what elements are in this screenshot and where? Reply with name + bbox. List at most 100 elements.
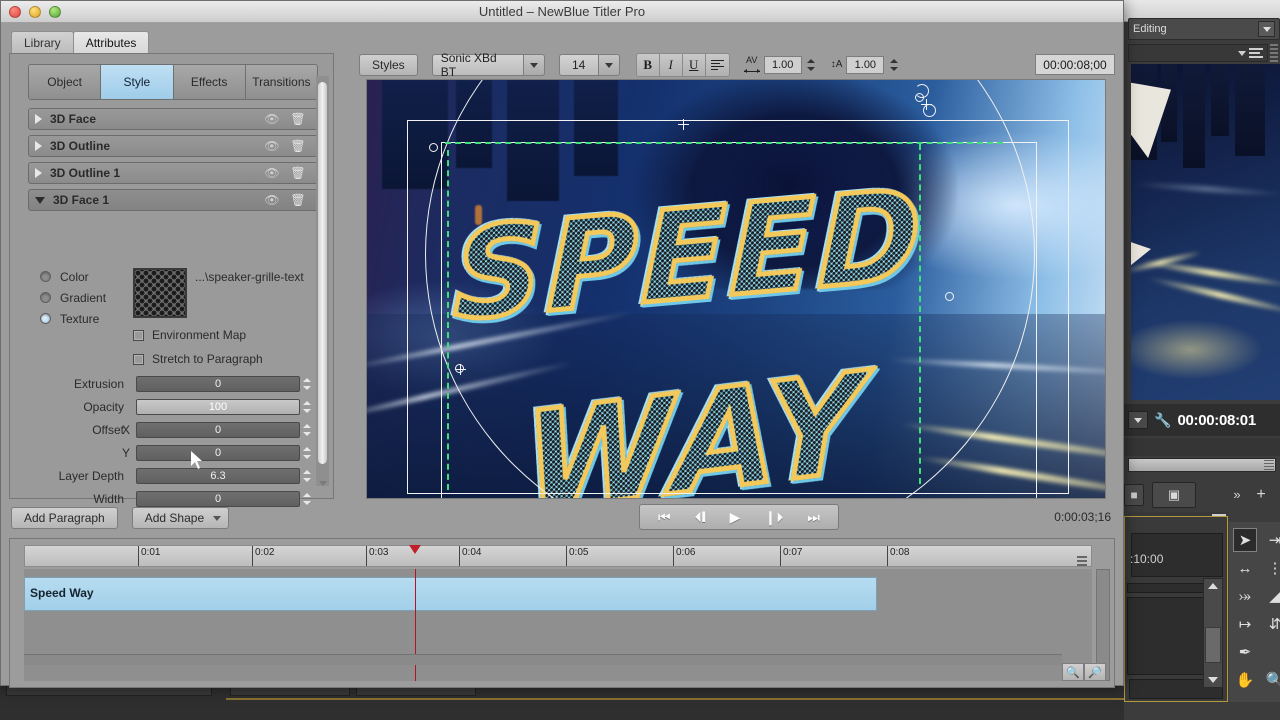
underline-button[interactable]: U	[682, 54, 706, 76]
checkbox-icon[interactable]	[133, 353, 144, 365]
tracking-stepper[interactable]	[806, 57, 817, 73]
font-family-value[interactable]: Sonic XBd BT	[431, 51, 524, 79]
chevron-down-icon[interactable]	[598, 54, 620, 76]
selection-tool[interactable]: ➤	[1233, 528, 1257, 552]
rotate-handle-icon[interactable]	[915, 84, 929, 98]
property-slider[interactable]: 0	[136, 491, 300, 507]
rate-stretch-tool[interactable]: ⤖	[1233, 584, 1257, 608]
selection-bounding-box[interactable]	[441, 142, 1037, 498]
ripple-edit-tool[interactable]: ↔	[1233, 556, 1257, 580]
layer-row[interactable]: 3D Face 👁 🗑	[28, 108, 318, 130]
go-to-end-button[interactable]: ⏭	[807, 509, 820, 526]
razor-tool[interactable]: ◢	[1263, 584, 1280, 608]
segment-transitions[interactable]: Transitions	[245, 65, 317, 99]
bg-zoom-slider[interactable]	[1128, 458, 1276, 472]
export-frame-button[interactable]: ■	[1124, 484, 1144, 506]
panel-scrollbar[interactable]	[316, 76, 329, 486]
stepper[interactable]	[301, 468, 312, 484]
tab-library[interactable]: Library	[11, 31, 74, 53]
stepper[interactable]	[301, 422, 312, 438]
slip-tool[interactable]: ↦	[1233, 612, 1257, 636]
radio-button-icon[interactable]	[40, 292, 51, 303]
scroll-down-icon[interactable]	[319, 481, 327, 486]
add-button[interactable]: +	[1252, 486, 1270, 504]
anchor-point-icon[interactable]	[678, 119, 689, 130]
property-slider[interactable]: 0	[136, 445, 300, 461]
eye-icon[interactable]: 👁	[263, 138, 281, 154]
chevron-right-icon[interactable]	[35, 168, 42, 178]
resize-handle-right[interactable]	[945, 292, 954, 301]
radio-button-icon[interactable]	[40, 271, 51, 282]
segment-object[interactable]: Object	[29, 65, 102, 99]
chevron-right-icon[interactable]	[35, 141, 42, 151]
eye-icon[interactable]: 👁	[263, 111, 281, 127]
zoom-tool[interactable]: 🔍	[1263, 668, 1280, 692]
lift-extract-button[interactable]: ▣	[1152, 482, 1196, 508]
slide-tool[interactable]: ⇵	[1263, 612, 1280, 636]
zoom-out-icon[interactable]: 🔍	[1062, 663, 1084, 681]
trash-icon[interactable]: 🗑	[289, 192, 307, 208]
layer-row[interactable]: 3D Outline 👁 🗑	[28, 135, 318, 157]
timeline-ruler[interactable]: 0:01 0:02 0:03 0:04 0:05 0:06 0:07 0:08	[24, 545, 1092, 567]
stepper[interactable]	[301, 376, 312, 392]
segment-effects[interactable]: Effects	[173, 65, 246, 99]
add-paragraph-button[interactable]: Add Paragraph	[11, 507, 118, 529]
pen-tool[interactable]: ✒	[1233, 640, 1257, 664]
trash-icon[interactable]: 🗑	[289, 165, 307, 181]
preview-canvas[interactable]: SPEED WAY	[366, 79, 1106, 499]
trash-icon[interactable]: 🗑	[289, 111, 307, 127]
stepper[interactable]	[301, 399, 312, 415]
tab-attributes[interactable]: Attributes	[72, 31, 150, 53]
property-slider[interactable]: 6.3	[136, 468, 300, 484]
property-slider[interactable]: 0	[136, 422, 300, 438]
scroll-thumb[interactable]	[1205, 627, 1221, 663]
chevron-down-icon[interactable]	[213, 516, 222, 521]
radio-color[interactable]: Color	[40, 266, 106, 287]
chevron-right-icon[interactable]	[35, 114, 42, 124]
trash-icon[interactable]: 🗑	[289, 138, 307, 154]
add-shape-button[interactable]: Add Shape	[131, 507, 230, 529]
font-family-combo[interactable]: Sonic XBd BT	[431, 51, 545, 79]
radio-texture[interactable]: Texture	[40, 308, 106, 329]
anchor-point-icon[interactable]	[455, 364, 466, 375]
panel-menu-icon[interactable]	[1249, 48, 1263, 58]
eye-icon[interactable]: 👁	[263, 192, 281, 208]
ruler-menu-icon[interactable]	[1077, 556, 1087, 568]
checkbox-icon[interactable]	[133, 329, 144, 341]
styles-button[interactable]: Styles	[359, 54, 418, 76]
property-slider[interactable]: 0	[136, 376, 300, 392]
radio-button-icon-selected[interactable]	[40, 313, 51, 324]
align-icon[interactable]	[705, 54, 729, 76]
chevron-down-icon[interactable]	[1128, 411, 1148, 429]
segment-style[interactable]: Style	[101, 65, 174, 99]
layer-row-expanded[interactable]: 3D Face 1 👁 🗑	[28, 189, 318, 211]
stepper[interactable]	[301, 491, 312, 507]
italic-button[interactable]: I	[659, 54, 683, 76]
track-select-tool[interactable]: ⇥	[1263, 528, 1280, 552]
duration-timecode[interactable]: 00:00:08;00	[1035, 54, 1115, 75]
font-size-combo[interactable]: 14	[558, 54, 620, 76]
scroll-up-icon[interactable]	[1208, 583, 1218, 589]
property-slider[interactable]: 100	[136, 399, 300, 415]
leading-input[interactable]: 1.00	[846, 56, 885, 74]
hand-tool[interactable]: ✋	[1233, 668, 1257, 692]
bold-button[interactable]: B	[636, 54, 660, 76]
go-to-start-button[interactable]: ⏮	[658, 509, 671, 526]
texture-swatch[interactable]	[133, 268, 187, 318]
timeline-horizontal-scrollbar[interactable]	[24, 654, 1062, 665]
chevron-down-icon[interactable]	[1258, 21, 1275, 37]
more-button[interactable]: »	[1228, 486, 1246, 502]
leading-stepper[interactable]	[888, 57, 899, 73]
checkbox-stretch-to-paragraph[interactable]: Stretch to Paragraph	[133, 352, 263, 366]
font-size-value[interactable]: 14	[558, 54, 599, 76]
bg-workspace-selector[interactable]: Editing	[1128, 18, 1280, 40]
rolling-edit-tool[interactable]: ⋮	[1263, 556, 1280, 580]
zoom-in-icon[interactable]: 🔎	[1084, 663, 1106, 681]
tracking-input[interactable]: 1.00	[763, 56, 802, 74]
layer-row[interactable]: 3D Outline 1 👁 🗑	[28, 162, 318, 184]
chevron-down-icon[interactable]	[35, 196, 45, 204]
eye-icon[interactable]: 👁	[263, 165, 281, 181]
radio-gradient[interactable]: Gradient	[40, 287, 106, 308]
play-button[interactable]: ▶	[730, 509, 741, 526]
timeline-clip[interactable]: Speed Way	[24, 577, 877, 611]
